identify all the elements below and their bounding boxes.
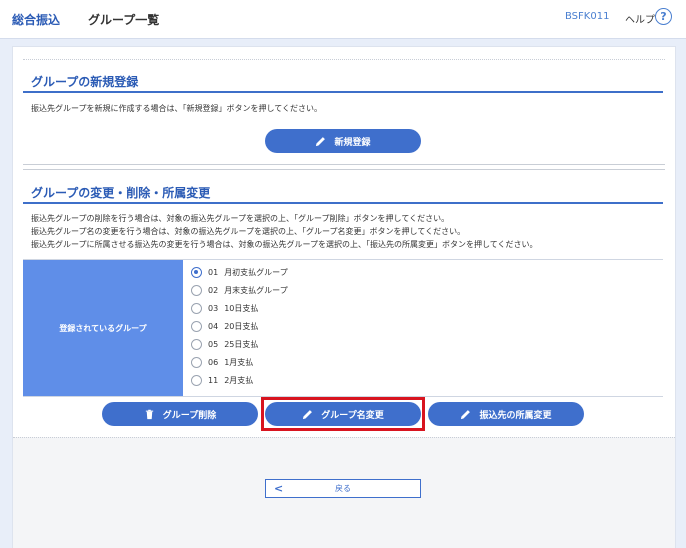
delete-group-button-label: グループ削除	[162, 410, 217, 421]
radio-button[interactable]	[191, 375, 202, 386]
divider	[23, 59, 665, 60]
help-link[interactable]: ヘルプ	[625, 11, 655, 26]
change-membership-button-label: 振込先の所属変更	[479, 410, 552, 421]
new-register-button[interactable]: 新規登録	[265, 129, 421, 153]
group-option-02[interactable]: 02 月末支払グループ	[191, 282, 288, 299]
page-title: グループ一覧	[88, 13, 160, 27]
back-button-label: 戻る	[335, 484, 351, 493]
group-name: 月末支払グループ	[224, 286, 288, 295]
group-option-05[interactable]: 05 25日支払	[191, 336, 258, 353]
group-option-11[interactable]: 11 2月支払	[191, 372, 253, 389]
radio-button[interactable]	[191, 285, 202, 296]
group-code: 02	[208, 286, 219, 295]
edit-desc-rename: 振込先グループ名の変更を行う場合は、対象の振込先グループを選択の上、「グループ名…	[31, 227, 466, 236]
new-section-title: グループの新規登録	[23, 73, 663, 93]
radio-button[interactable]	[191, 357, 202, 368]
edit-section-title: グループの変更・削除・所属変更	[23, 184, 663, 204]
group-name: 月初支払グループ	[224, 268, 288, 277]
main-panel: グループの新規登録 振込先グループを新規に作成する場合は、「新規登録」ボタンを押…	[12, 46, 676, 548]
group-code: 05	[208, 340, 219, 349]
radio-button[interactable]	[191, 303, 202, 314]
group-option-01[interactable]: 01 月初支払グループ	[191, 264, 288, 281]
app-title[interactable]: 総合振込	[12, 11, 60, 28]
trash-icon	[145, 409, 153, 419]
group-option-03[interactable]: 03 10日支払	[191, 300, 258, 317]
group-name: 20日支払	[224, 322, 259, 331]
group-name: 1月支払	[224, 358, 254, 367]
edit-desc-delete: 振込先グループの削除を行う場合は、対象の振込先グループを選択の上、「グループ削除…	[31, 214, 450, 223]
new-register-button-label: 新規登録	[334, 137, 371, 148]
group-code: 06	[208, 358, 219, 367]
group-code: 11	[208, 376, 219, 385]
group-code: 01	[208, 268, 219, 277]
pencil-icon	[316, 136, 326, 146]
screen-id: BSFK011	[565, 11, 610, 22]
help-icon[interactable]: ?	[655, 8, 672, 25]
new-section-description: 振込先グループを新規に作成する場合は、「新規登録」ボタンを押してください。	[31, 104, 323, 113]
pencil-icon	[461, 409, 471, 419]
group-name: 25日支払	[224, 340, 259, 349]
group-code: 03	[208, 304, 219, 313]
group-option-06[interactable]: 06 1月支払	[191, 354, 253, 371]
change-membership-button[interactable]: 振込先の所属変更	[428, 402, 584, 426]
group-table: 登録されているグループ 01 月初支払グループ 02 月末支払グループ 03 1…	[23, 259, 663, 397]
top-bar: 総合振込 グループ一覧 BSFK011 ヘルプ ?	[0, 0, 686, 39]
back-button[interactable]: < 戻る	[265, 479, 421, 498]
edit-desc-membership: 振込先グループに所属させる振込先の変更を行う場合は、対象の振込先グループを選択の…	[31, 240, 538, 249]
section-separator	[23, 164, 665, 170]
group-code: 04	[208, 322, 219, 331]
radio-button[interactable]	[191, 339, 202, 350]
radio-button[interactable]	[191, 321, 202, 332]
groups-label: 登録されているグループ	[23, 260, 183, 396]
group-option-04[interactable]: 04 20日支払	[191, 318, 258, 335]
radio-button[interactable]	[191, 267, 202, 278]
group-name: 2月支払	[224, 376, 254, 385]
highlight-box	[261, 397, 425, 431]
delete-group-button[interactable]: グループ削除	[102, 402, 258, 426]
chevron-left-icon: <	[274, 482, 284, 495]
group-name: 10日支払	[224, 304, 259, 313]
